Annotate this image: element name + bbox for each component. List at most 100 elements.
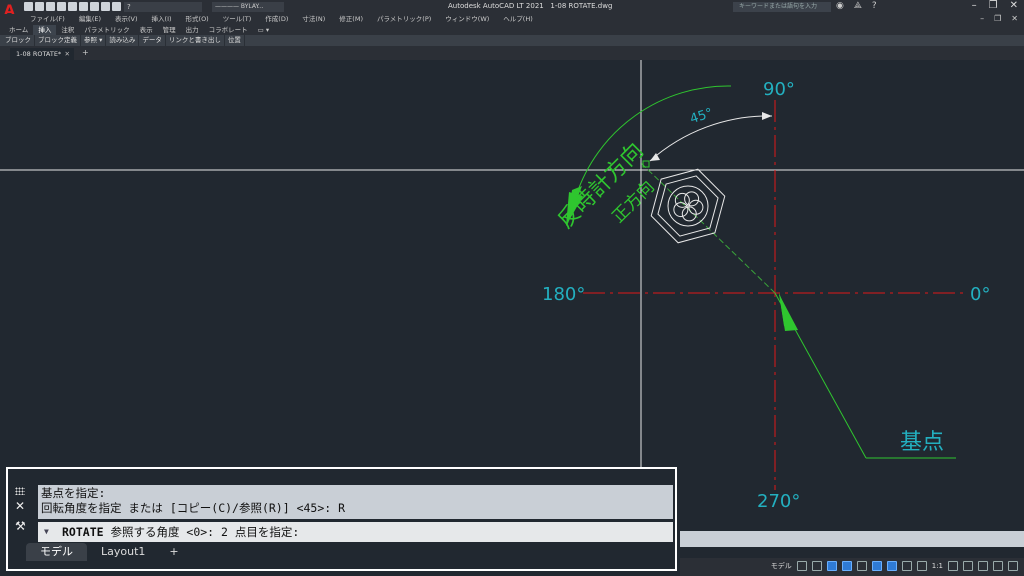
panel-link-export[interactable]: リンクと書き出し [166,35,225,46]
command-history-line: 回転角度を指定 または [コピー(C)/参照(R)] <45>: R [41,501,346,515]
ribbon-toggle-button[interactable]: ▭ ▾ [253,25,274,35]
status-bar: モデル 1:1 [680,558,1024,576]
drawing-svg [0,60,1024,530]
sun-icon[interactable] [112,2,121,11]
object-snap-icon[interactable] [886,561,897,571]
menu-edit[interactable]: 編集(E) [79,14,101,25]
base-point-label: 基点 [900,430,945,455]
panel-reference[interactable]: 参照 ▾ [81,35,107,46]
search-input[interactable]: キーワードまたは語句を入力 [733,2,831,12]
command-line: ✕ ⚒ 基点を指定: 回転角度を指定 または [コピー(C)/参照(R)] <4… [6,467,677,571]
command-line-grip-icon[interactable] [15,487,25,495]
angle-270-label: 270° [757,491,801,512]
save-icon[interactable] [46,2,55,11]
tab-annotate[interactable]: 注釈 [56,25,79,35]
annotation-monitor-icon[interactable] [963,561,973,571]
tab-layout1[interactable]: Layout1 [87,543,159,561]
status-strip [680,531,1024,547]
command-history-line: 基点を指定: [41,486,106,500]
panel-location[interactable]: 位置 [225,35,245,46]
minimize-icon[interactable]: – [972,0,977,11]
tab-parametric[interactable]: パラメトリック [79,25,134,35]
angle-45-arrow-end [762,112,772,120]
menu-bar: ファイル(F) 編集(E) 表示(V) 挿入(I) 形式(O) ツール(T) 作… [0,14,1024,25]
angle-45-arc [649,115,773,162]
document-tab-close-icon[interactable]: ✕ [65,48,70,60]
menu-insert[interactable]: 挿入(I) [152,14,172,25]
annotation-scale[interactable]: 1:1 [932,562,943,570]
new-file-icon[interactable] [24,2,33,11]
tab-collaborate[interactable]: コラボレート [204,25,253,35]
quick-access-toolbar [24,2,121,11]
print-icon[interactable] [68,2,77,11]
exchange-icon[interactable]: ⟁ [854,1,862,11]
menu-draw[interactable]: 作成(D) [265,14,288,25]
linetype-dropdown[interactable]: ———— BYLAY... [212,2,284,12]
menu-tools[interactable]: ツール(T) [223,14,252,25]
command-name: ROTATE [62,525,104,539]
document-controls: – ❐ ✕ [980,14,1018,23]
doc-minimize-icon[interactable]: – [980,14,984,23]
grid-icon[interactable] [796,561,807,571]
tab-manage[interactable]: 管理 [158,25,181,35]
panel-import[interactable]: 読み込み [106,35,140,46]
polar-icon[interactable] [841,561,852,571]
angle-0-label: 0° [970,284,991,305]
panel-data[interactable]: データ [139,35,166,46]
new-document-tab-button[interactable]: + [82,48,89,57]
command-input[interactable]: ▼ ROTATE 参照する角度 <0>: 2 点目を指定: [38,522,673,542]
customization-menu-icon[interactable] [1008,561,1018,571]
user-icon[interactable]: ◉ [836,1,844,11]
drawing-canvas[interactable]: 90° 0° 180° 270° 45° 反時計方向 正方向 基点 [0,60,1024,530]
menu-view[interactable]: 表示(V) [115,14,138,25]
ribbon-panels: ブロック ブロック定義 参照 ▾ 読み込み データ リンクと書き出し 位置 [0,35,1024,46]
tab-view[interactable]: 表示 [135,25,158,35]
window-controls: – ❐ ✕ [972,0,1018,11]
menu-help[interactable]: ヘルプ(H) [503,14,532,25]
restore-icon[interactable]: ❐ [989,0,998,11]
tab-model[interactable]: モデル [26,543,87,561]
menu-window[interactable]: ウィンドウ(W) [445,14,489,25]
workspace-gear-icon[interactable] [948,561,958,571]
save-as-icon[interactable] [57,2,66,11]
annotation-visibility-icon[interactable] [916,561,927,571]
isodraft-icon[interactable] [856,561,867,571]
layer-state-icon[interactable] [101,2,110,11]
menu-parametric[interactable]: パラメトリック(P) [377,14,431,25]
command-line-close-icon[interactable]: ✕ [15,499,25,513]
ribbon-tabs: ホーム 挿入 注釈 パラメトリック 表示 管理 出力 コラボレート ▭ ▾ [0,25,1024,35]
doc-close-icon[interactable]: ✕ [1011,14,1018,23]
panel-block[interactable]: ブロック [2,35,35,46]
snap-icon[interactable] [811,561,822,571]
menu-modify[interactable]: 修正(M) [339,14,363,25]
angle-90-label: 90° [763,79,795,100]
panel-block-definition[interactable]: ブロック定義 [35,35,81,46]
model-space-button[interactable]: モデル [771,561,792,571]
add-layout-button[interactable]: + [159,543,188,561]
help-icon[interactable]: ? [872,1,877,11]
redo-icon[interactable] [90,2,99,11]
close-window-icon[interactable]: ✕ [1010,0,1018,11]
isolate-objects-icon[interactable] [978,561,988,571]
tab-output[interactable]: 出力 [181,25,204,35]
menu-file[interactable]: ファイル(F) [30,14,65,25]
document-tab[interactable]: 1-08 ROTATE* ✕ [10,48,74,60]
document-tab-label: 1-08 ROTATE* [16,50,62,58]
open-file-icon[interactable] [35,2,44,11]
tab-insert[interactable]: 挿入 [33,25,57,35]
menu-format[interactable]: 形式(O) [186,14,209,25]
customize-wrench-icon[interactable]: ⚒ [15,519,26,533]
tab-home[interactable]: ホーム [4,25,33,35]
lineweight-icon[interactable] [901,561,912,571]
titlebar-tools: ◉ ⟁ ? [836,1,877,11]
base-point-arrowhead-fill [779,294,798,331]
undo-icon[interactable] [79,2,88,11]
ortho-icon[interactable] [826,561,837,571]
clean-screen-icon[interactable] [993,561,1003,571]
layer-dropdown[interactable]: ? [124,2,202,12]
menu-dimension[interactable]: 寸法(N) [302,14,325,25]
command-recent-arrow-icon[interactable]: ▼ [44,522,49,542]
object-snap-tracking-icon[interactable] [871,561,882,571]
title-bar: A ? ———— BYLAY... Autodesk AutoCAD LT 20… [0,0,1024,19]
doc-restore-icon[interactable]: ❐ [994,14,1001,23]
